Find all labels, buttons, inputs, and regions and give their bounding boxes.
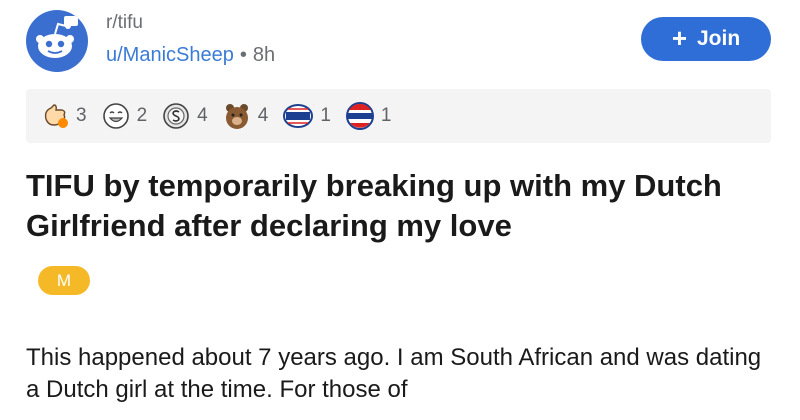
bear-award-icon (225, 104, 248, 129)
awards-bar[interactable]: 3 2 4 4 1 1 (26, 89, 771, 143)
subreddit-name[interactable]: r/tifu (106, 12, 143, 34)
award-voted[interactable]: 1 (282, 101, 331, 131)
voted-sticker-award-icon (283, 104, 314, 128)
wholesome-award-icon (44, 104, 68, 128)
award-silver[interactable]: 4 (161, 101, 208, 131)
post-age: 8h (252, 44, 276, 66)
post-body: This happened about 7 years ago. I am So… (26, 344, 762, 403)
award-wholesome[interactable]: 3 (40, 101, 87, 131)
post-title[interactable]: TIFU by temporarily breaking up with my … (26, 166, 766, 246)
award-count: 3 (76, 105, 87, 126)
award-count: 4 (257, 105, 269, 126)
author-link[interactable]: u/ManicSheep (106, 44, 234, 66)
post-meta: u/ManicSheep • 8h (106, 44, 275, 67)
subreddit-avatar[interactable] (26, 10, 88, 72)
award-laughing[interactable]: 2 (101, 101, 148, 131)
award-count: 2 (136, 105, 148, 126)
snoo-icon (36, 16, 78, 58)
vote-badge-award-icon (345, 102, 374, 130)
award-count: 1 (320, 105, 331, 126)
award-count: 4 (197, 105, 208, 126)
join-button-label: Join (697, 27, 741, 50)
meta-separator: • (239, 44, 247, 66)
award-vote-badge[interactable]: 1 (345, 101, 392, 131)
award-bear[interactable]: 4 (222, 101, 269, 131)
silver-coin-award-icon (163, 103, 189, 129)
post-flair[interactable]: M (38, 266, 90, 295)
plus-icon: + (671, 23, 687, 53)
award-count: 1 (380, 105, 392, 126)
join-button[interactable]: + Join (641, 17, 771, 61)
laughing-face-award-icon (102, 103, 129, 129)
